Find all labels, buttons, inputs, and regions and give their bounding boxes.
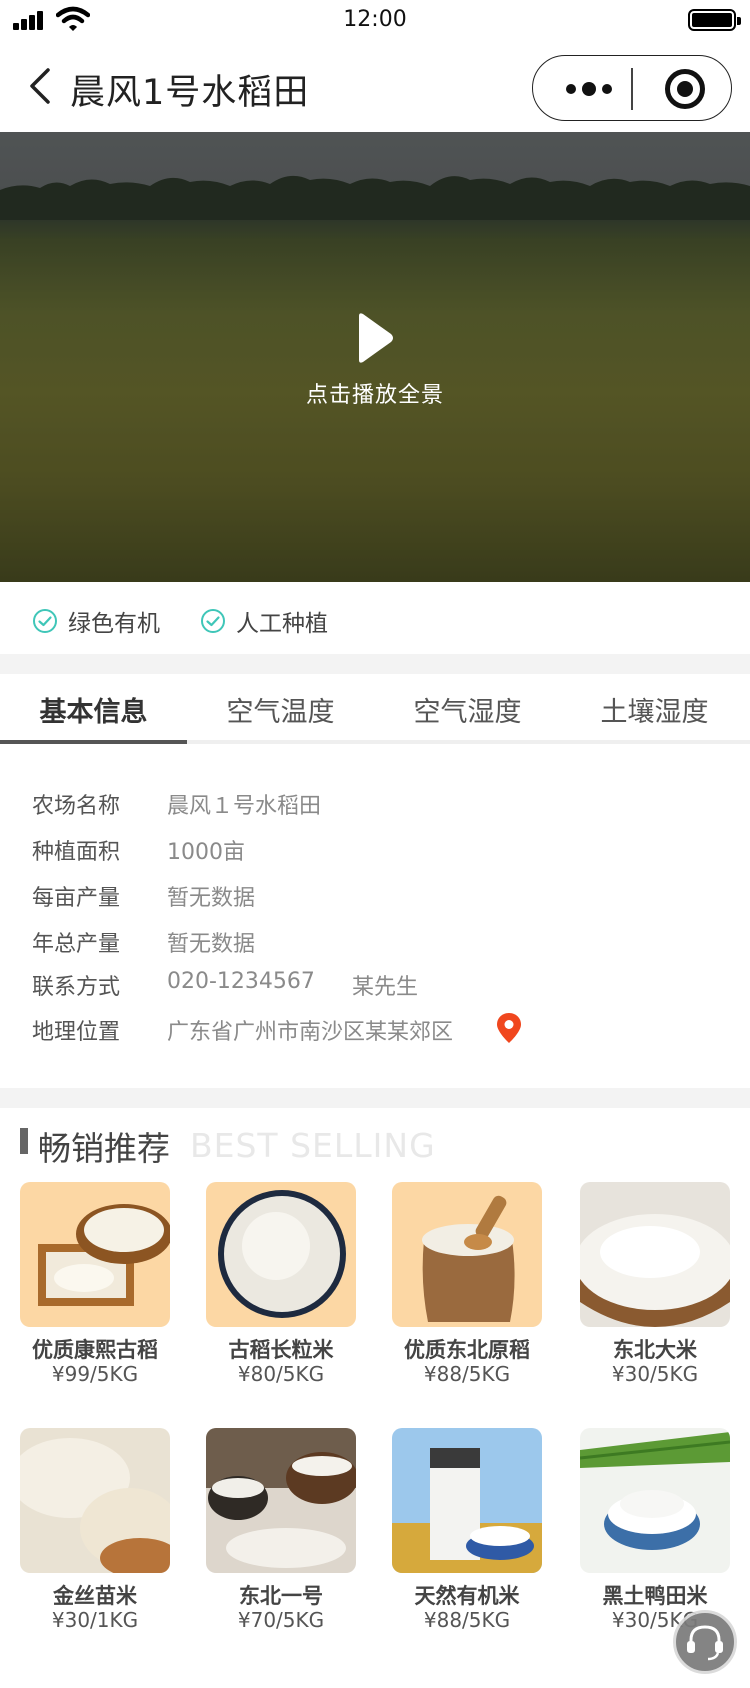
- info-value: 暂无数据: [167, 932, 256, 957]
- tag-label: 绿色有机: [68, 611, 160, 637]
- tab-basic-info[interactable]: 基本信息: [0, 690, 187, 729]
- info-value: 晨风１号水稻田: [167, 794, 322, 819]
- location-pin-icon[interactable]: [496, 1012, 522, 1044]
- battery-icon: [688, 9, 741, 31]
- info-value: 暂无数据: [167, 886, 256, 911]
- product-image[interactable]: [392, 1182, 542, 1327]
- tab-air-humidity[interactable]: 空气湿度: [374, 690, 561, 729]
- product-price: ¥99/5KG: [51, 1362, 139, 1386]
- tag-manual: 人工种植: [200, 604, 328, 638]
- info-key: 种植面积: [32, 840, 121, 865]
- product-name: 东北大米: [613, 1338, 697, 1362]
- product-name: 优质康熙古稻: [32, 1338, 158, 1362]
- tag-organic: 绿色有机: [32, 604, 160, 638]
- status-bar: 12:00: [0, 0, 750, 40]
- product-image[interactable]: [20, 1428, 170, 1573]
- product-image[interactable]: [206, 1428, 356, 1573]
- page-title: 晨风1号水稻田: [70, 73, 310, 113]
- product-image[interactable]: [206, 1182, 356, 1327]
- product-image[interactable]: [580, 1428, 730, 1573]
- product-name: 天然有机米: [414, 1584, 520, 1608]
- check-icon: [201, 609, 225, 633]
- info-key: 联系方式: [32, 975, 121, 1000]
- target-icon[interactable]: [665, 69, 705, 109]
- info-tabs: 基本信息 空气温度 空气湿度 土壤湿度: [0, 674, 750, 744]
- address-value: 广东省广州市南沙区某某郊区: [167, 1020, 454, 1045]
- basic-info-panel: 农场名称 晨风１号水稻田 种植面积 1000亩 每亩产量 暂无数据 年总产量 暂…: [0, 744, 750, 1088]
- check-icon: [33, 609, 57, 633]
- customer-service-button[interactable]: [673, 1610, 737, 1674]
- product-price: ¥88/5KG: [423, 1362, 511, 1386]
- tab-air-temperature[interactable]: 空气温度: [187, 690, 374, 729]
- product-price: ¥80/5KG: [237, 1362, 325, 1386]
- section-divider: [0, 654, 750, 674]
- section-subtitle: BEST SELLING: [190, 1126, 436, 1165]
- panorama-video[interactable]: 点击播放全景: [0, 132, 750, 582]
- info-key: 每亩产量: [32, 886, 121, 911]
- status-time: 12:00: [343, 7, 407, 32]
- product-price: ¥88/5KG: [423, 1608, 511, 1632]
- capsule-divider: [631, 68, 633, 110]
- product-image[interactable]: [392, 1428, 542, 1573]
- tab-soil-humidity[interactable]: 土壤湿度: [561, 690, 748, 729]
- mini-program-capsule: [532, 55, 732, 121]
- nav-bar: 晨风1号水稻田: [0, 40, 750, 132]
- info-key: 农场名称: [32, 794, 121, 819]
- section-divider: [0, 1088, 750, 1108]
- info-value: 1000亩: [167, 840, 245, 865]
- section-title: 畅销推荐: [38, 1129, 170, 1168]
- feature-tags: 绿色有机 人工种植: [0, 582, 750, 654]
- section-marker: [20, 1128, 28, 1154]
- more-icon[interactable]: [559, 76, 619, 102]
- product-name: 黑土鸭田米: [602, 1584, 708, 1608]
- tag-label: 人工种植: [236, 611, 328, 637]
- customer-service-icon: [687, 1625, 723, 1661]
- product-name: 东北一号: [239, 1584, 323, 1608]
- info-key: 年总产量: [32, 932, 121, 957]
- product-name: 优质东北原稻: [404, 1338, 530, 1362]
- product-price: ¥30/5KG: [611, 1362, 699, 1386]
- contact-name: 某先生: [352, 975, 419, 1000]
- play-icon[interactable]: [355, 312, 395, 364]
- product-name: 古稻长粒米: [228, 1338, 334, 1362]
- info-key: 地理位置: [32, 1020, 121, 1045]
- back-icon[interactable]: [26, 66, 54, 106]
- product-price: ¥30/1KG: [51, 1608, 139, 1632]
- product-price: ¥70/5KG: [237, 1608, 325, 1632]
- product-name: 金丝苗米: [53, 1584, 137, 1608]
- product-image[interactable]: [580, 1182, 730, 1327]
- phone-number[interactable]: 020-1234567: [167, 969, 315, 994]
- play-label[interactable]: 点击播放全景: [0, 377, 750, 409]
- product-image[interactable]: [20, 1182, 170, 1327]
